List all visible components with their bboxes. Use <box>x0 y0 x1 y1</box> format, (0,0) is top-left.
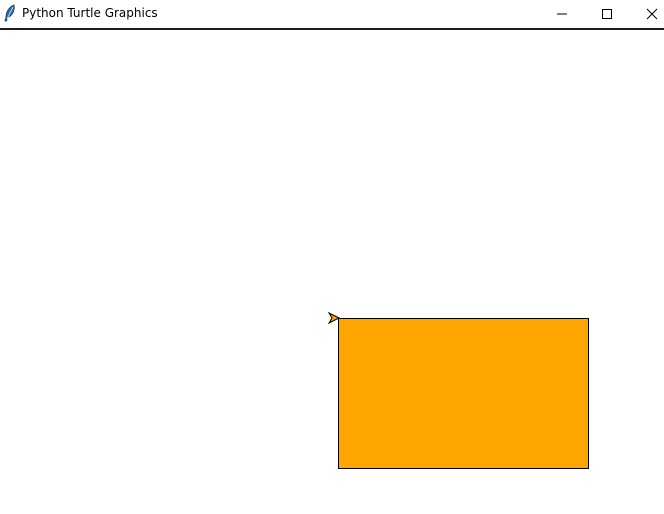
turtle-canvas[interactable] <box>0 30 664 514</box>
window-title: Python Turtle Graphics <box>22 6 158 20</box>
close-icon <box>646 8 658 20</box>
feather-icon <box>4 4 15 22</box>
turtle-window: Python Turtle Graphics <box>0 0 664 514</box>
minimize-button[interactable] <box>539 0 585 28</box>
maximize-icon <box>602 9 612 19</box>
title-bar[interactable]: Python Turtle Graphics <box>0 0 664 30</box>
maximize-button[interactable] <box>584 0 630 28</box>
close-button[interactable] <box>629 0 664 28</box>
orange-rectangle <box>338 318 589 469</box>
turtle-arrow-icon <box>327 311 341 325</box>
minimize-icon <box>557 13 567 15</box>
